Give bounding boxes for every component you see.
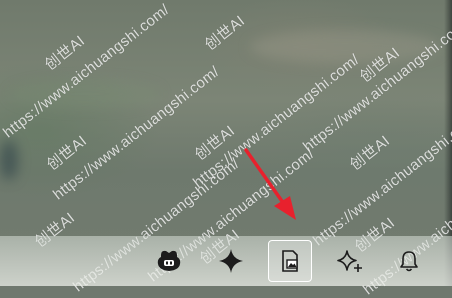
copilot-button[interactable] [147,240,191,282]
bell-icon [400,251,418,272]
ai-sparkle-button[interactable] [209,240,253,282]
background-blur [0,140,18,180]
sparkles-plus-icon [337,250,362,272]
sparkle-icon [219,249,243,273]
background-blur [10,80,160,108]
annotation-arrow [244,148,296,220]
image-document-icon [282,250,298,272]
notifications-button[interactable] [387,240,431,282]
background-blur [250,30,440,64]
copilot-bot-icon [157,250,181,271]
ai-create-button[interactable] [328,240,372,282]
image-viewer-button[interactable] [268,240,312,282]
